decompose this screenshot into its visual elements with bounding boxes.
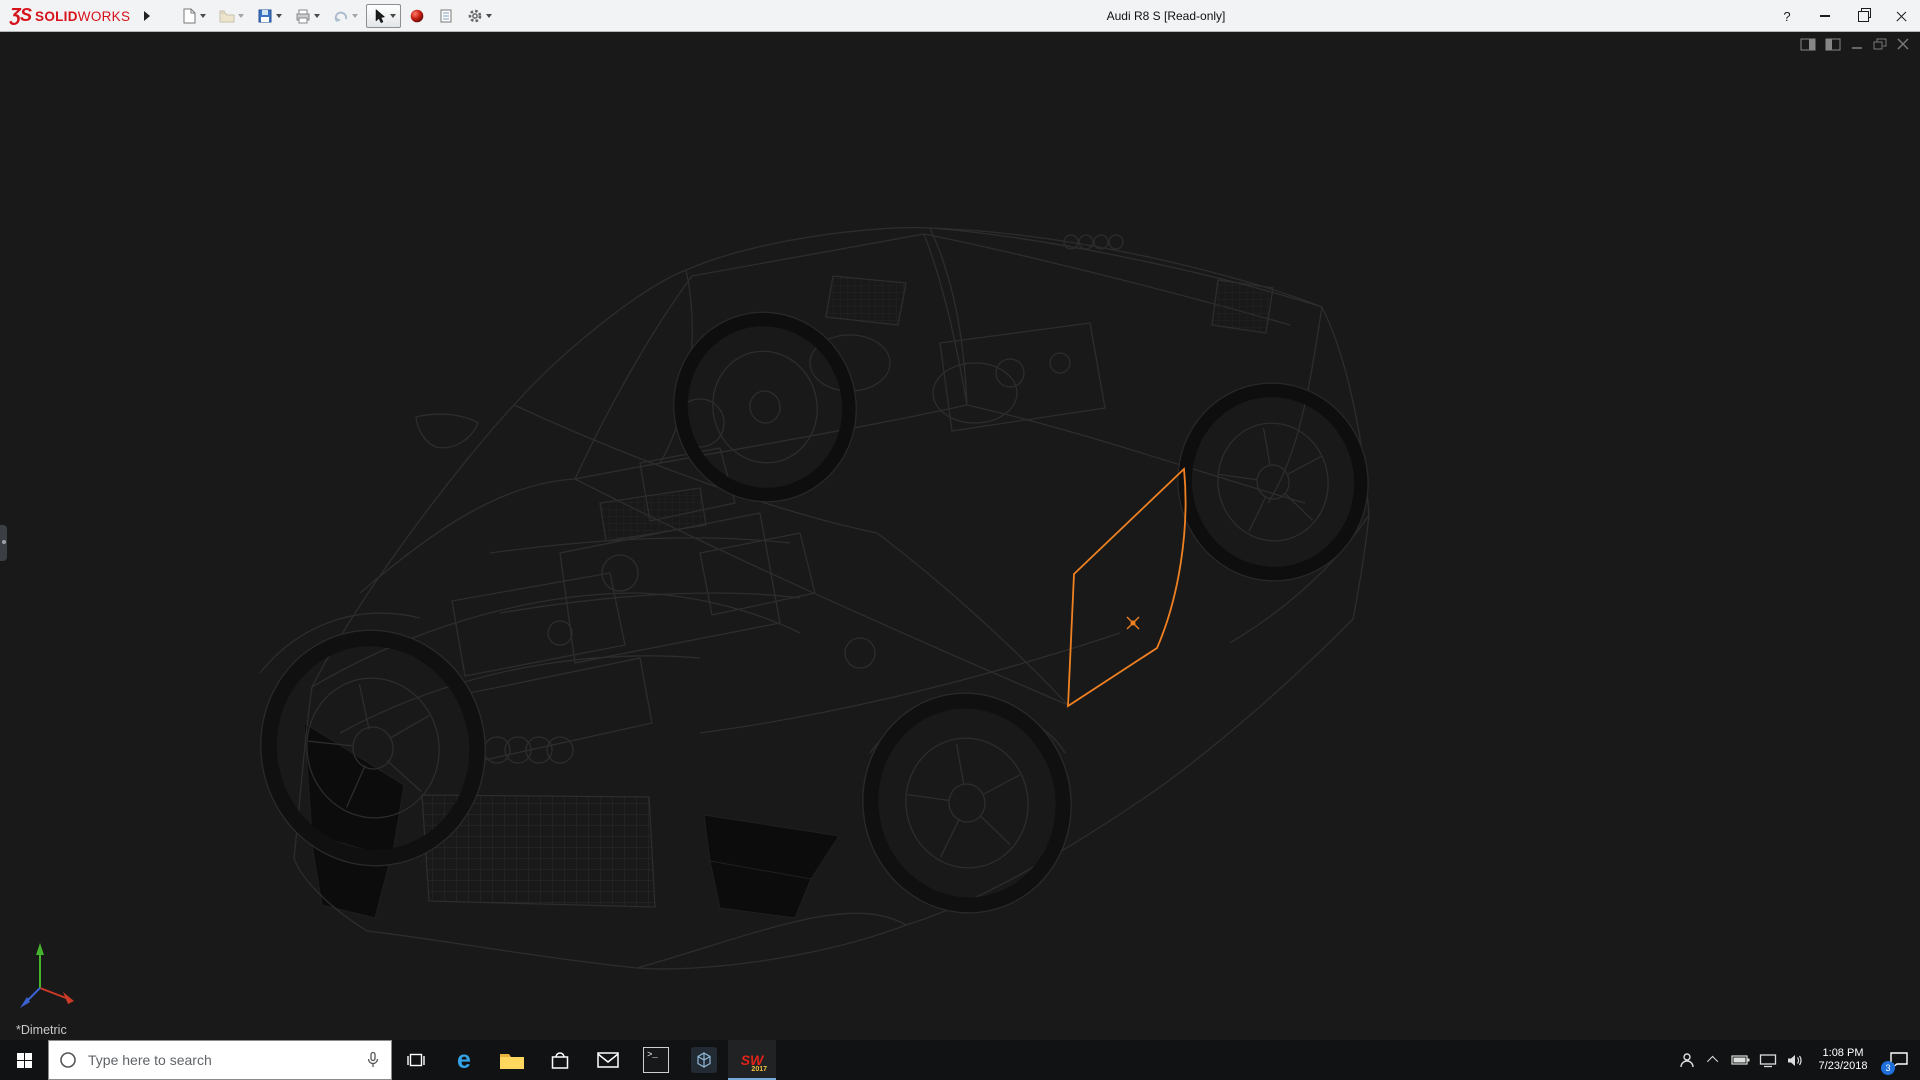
new-document-icon bbox=[183, 8, 196, 23]
restore-button[interactable] bbox=[1844, 0, 1882, 32]
search-input[interactable] bbox=[86, 1051, 356, 1069]
open-button[interactable] bbox=[214, 4, 249, 28]
view-orientation-label: *Dimetric bbox=[16, 1023, 67, 1037]
chevron-down-icon[interactable] bbox=[486, 13, 493, 18]
taskbar-clock[interactable]: 1:08 PM 7/23/2018 bbox=[1808, 1047, 1878, 1074]
quick-access-toolbar bbox=[176, 3, 497, 28]
hidden-icons-button[interactable] bbox=[1700, 1040, 1727, 1080]
taskbar-app-edge[interactable]: e bbox=[440, 1040, 488, 1080]
rear-left-wheel bbox=[673, 311, 857, 503]
task-view-icon bbox=[407, 1053, 425, 1067]
solidworks-logo-bold: SOLID bbox=[35, 9, 78, 24]
chevron-up-icon bbox=[1706, 1055, 1718, 1068]
people-button[interactable] bbox=[1673, 1040, 1700, 1080]
close-icon bbox=[1895, 10, 1908, 23]
cube-app-icon bbox=[691, 1047, 717, 1073]
start-button[interactable] bbox=[0, 1040, 48, 1080]
solidworks-logo: ƷS SOLID WORKS bbox=[10, 5, 130, 26]
microphone-icon[interactable] bbox=[365, 1051, 381, 1069]
solidworks-logo-mark: ƷS bbox=[10, 5, 32, 25]
taskbar-app-solidworks[interactable]: SW 2017 bbox=[728, 1040, 776, 1080]
system-tray: 1:08 PM 7/23/2018 3 bbox=[1673, 1040, 1920, 1080]
save-button[interactable] bbox=[252, 4, 287, 28]
taskbar-app-edrawings[interactable] bbox=[680, 1040, 728, 1080]
clock-time: 1:08 PM bbox=[1822, 1046, 1864, 1059]
battery-button[interactable] bbox=[1727, 1040, 1754, 1080]
chevron-down-icon[interactable] bbox=[390, 13, 397, 18]
gear-icon bbox=[468, 9, 482, 22]
pane-left-icon[interactable] bbox=[1800, 38, 1816, 51]
action-center-button[interactable]: 3 bbox=[1878, 1040, 1920, 1080]
network-button[interactable] bbox=[1754, 1040, 1781, 1080]
window-caption-controls: ? bbox=[1768, 0, 1920, 32]
rear-right-wheel bbox=[1177, 382, 1369, 582]
car-wireframe bbox=[259, 226, 1370, 970]
appearances-button[interactable] bbox=[404, 4, 430, 28]
windows-logo-icon bbox=[16, 1052, 32, 1068]
graphics-viewport[interactable]: *Dimetric bbox=[0, 33, 1920, 1040]
help-button[interactable]: ? bbox=[1768, 0, 1806, 32]
close-button[interactable] bbox=[1882, 0, 1920, 32]
window-title: Audi R8 S [Read-only] bbox=[1106, 8, 1226, 23]
property-sheet-icon bbox=[440, 9, 452, 22]
restore-icon bbox=[1857, 7, 1871, 22]
people-icon bbox=[1679, 1053, 1694, 1068]
save-icon bbox=[258, 9, 272, 22]
properties-button[interactable] bbox=[433, 4, 459, 28]
task-view-button[interactable] bbox=[392, 1040, 440, 1080]
orientation-triad bbox=[20, 943, 74, 1008]
taskbar-search[interactable] bbox=[48, 1040, 392, 1080]
front-right-wheel bbox=[862, 692, 1072, 914]
minimize-button[interactable] bbox=[1806, 0, 1844, 32]
battery-icon bbox=[1730, 1055, 1749, 1065]
edge-icon: e bbox=[457, 1045, 471, 1074]
network-icon bbox=[1759, 1053, 1776, 1067]
title-bar: ƷS SOLID WORKS Audi R8 S [Read-only] ? bbox=[0, 0, 1920, 32]
minimize-icon bbox=[1820, 15, 1830, 17]
print-icon bbox=[296, 9, 310, 23]
doc-restore-icon[interactable] bbox=[1873, 38, 1887, 51]
selected-sketch-outline[interactable] bbox=[1067, 467, 1187, 708]
chevron-down-icon[interactable] bbox=[352, 13, 359, 18]
solidworks-2017-icon: SW 2017 bbox=[737, 1046, 767, 1074]
console-glyph: >_ bbox=[647, 1050, 658, 1060]
cortana-icon bbox=[60, 1052, 76, 1068]
speaker-icon bbox=[1787, 1054, 1802, 1066]
solidworks-year: 2017 bbox=[751, 1066, 767, 1073]
store-icon bbox=[551, 1052, 569, 1069]
select-tool-button[interactable] bbox=[366, 3, 402, 28]
file-explorer-icon bbox=[500, 1054, 524, 1069]
chevron-down-icon[interactable] bbox=[200, 13, 207, 18]
clock-date: 7/23/2018 bbox=[1818, 1060, 1868, 1072]
document-window-controls bbox=[1800, 38, 1910, 51]
mail-icon bbox=[597, 1052, 619, 1068]
select-cursor-icon bbox=[376, 8, 386, 23]
windows-taskbar: e >_ SW 2017 1: bbox=[0, 1040, 1920, 1080]
undo-button[interactable] bbox=[328, 4, 363, 28]
doc-minimize-icon[interactable] bbox=[1850, 38, 1864, 51]
taskbar-app-file-explorer[interactable] bbox=[488, 1040, 536, 1080]
chevron-down-icon[interactable] bbox=[276, 13, 283, 18]
appearance-sphere-icon bbox=[410, 9, 424, 22]
open-folder-icon bbox=[219, 10, 235, 22]
chevron-down-icon[interactable] bbox=[314, 13, 321, 18]
taskbar-app-store[interactable] bbox=[536, 1040, 584, 1080]
options-button[interactable] bbox=[462, 4, 497, 28]
pane-right-icon[interactable] bbox=[1825, 38, 1841, 51]
taskbar-app-mail[interactable] bbox=[584, 1040, 632, 1080]
doc-close-icon[interactable] bbox=[1896, 38, 1910, 51]
notification-badge: 3 bbox=[1881, 1061, 1895, 1075]
taskbar-app-command-prompt[interactable]: >_ bbox=[632, 1040, 680, 1080]
new-document-button[interactable] bbox=[176, 4, 211, 28]
feature-panel-flyout-tab[interactable] bbox=[0, 525, 7, 561]
solidworks-logo-light: WORKS bbox=[77, 9, 131, 24]
print-button[interactable] bbox=[290, 4, 325, 28]
volume-button[interactable] bbox=[1781, 1040, 1808, 1080]
chevron-down-icon[interactable] bbox=[238, 13, 245, 18]
undo-icon bbox=[335, 11, 348, 22]
toolbar-expand-arrow-icon[interactable] bbox=[144, 10, 151, 21]
command-prompt-icon: >_ bbox=[643, 1047, 669, 1073]
